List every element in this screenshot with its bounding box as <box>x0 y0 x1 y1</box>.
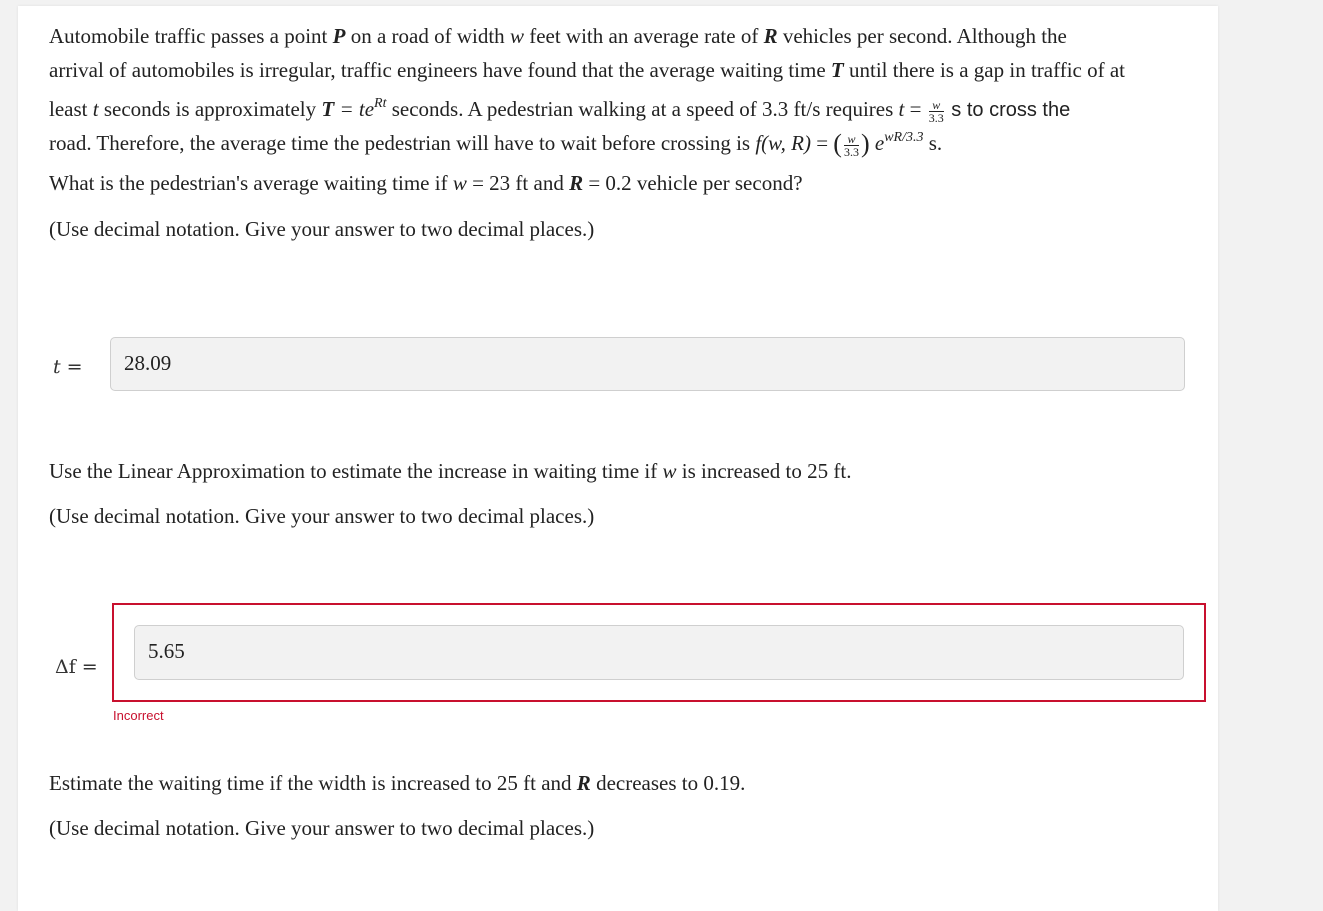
t-label: t = <box>53 356 83 378</box>
q3-prompt: Estimate the waiting time if the width i… <box>49 771 746 795</box>
intro-line-4: road. Therefore, the average time the pe… <box>49 129 943 159</box>
intro-line-3: least t seconds is approximately T = teR… <box>49 96 1071 125</box>
t-answer-input[interactable]: 28.09 <box>110 337 1185 391</box>
problem-statement: Automobile traffic passes a point P on a… <box>49 19 1199 159</box>
q2-instructions: (Use decimal notation. Give your answer … <box>49 504 595 528</box>
feedback-incorrect: Incorrect <box>113 708 164 723</box>
fraction-w-over-3-3-b: w 3.3 <box>843 131 859 159</box>
intro-line-1: Automobile traffic passes a point P on a… <box>49 24 1067 48</box>
delta-f-answer-input[interactable]: 5.65 <box>134 625 1184 680</box>
delta-f-label: Δf = <box>55 656 98 678</box>
q1-instructions: (Use decimal notation. Give your answer … <box>49 217 595 241</box>
q2-prompt: Use the Linear Approximation to estimate… <box>49 459 852 483</box>
q1-prompt: What is the pedestrian's average waiting… <box>49 171 803 195</box>
intro-line-2: arrival of automobiles is irregular, tra… <box>49 58 1125 82</box>
q3-instructions: (Use decimal notation. Give your answer … <box>49 816 595 840</box>
fraction-w-over-3-3: w 3.3 <box>928 97 944 125</box>
